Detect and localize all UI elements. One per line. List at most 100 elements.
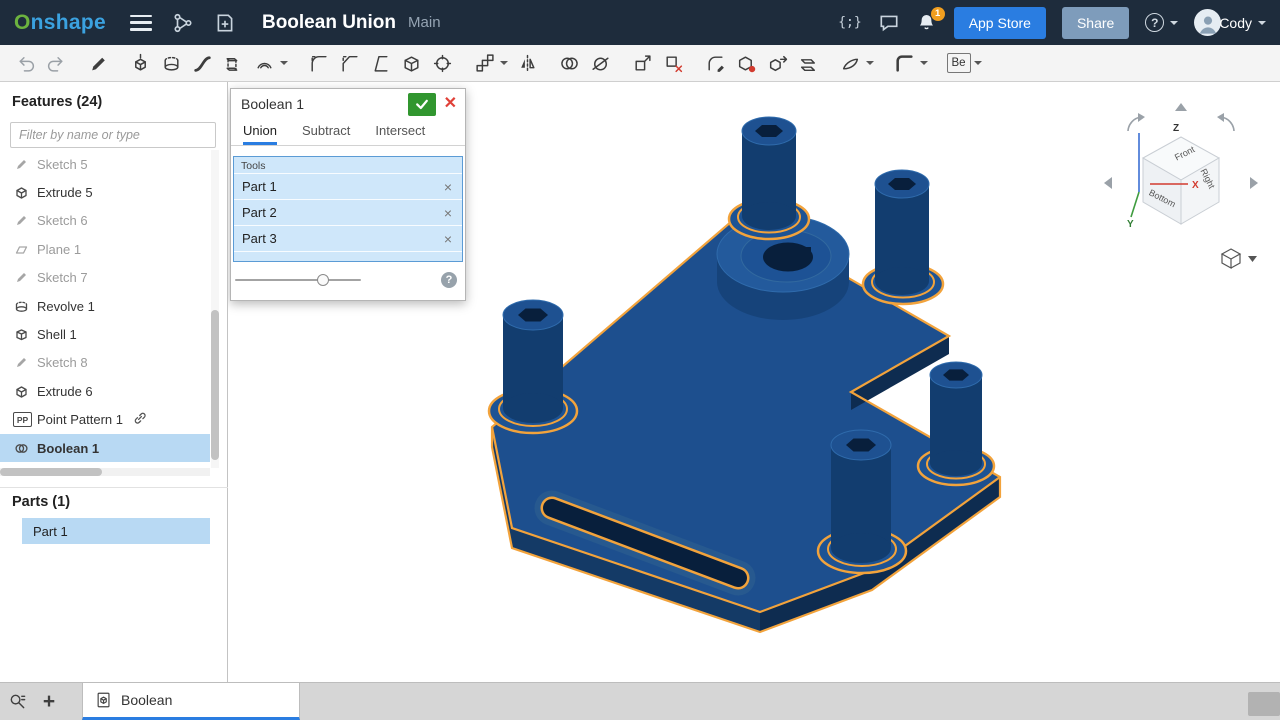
feature-item-sketch8[interactable]: Sketch 8: [0, 349, 210, 377]
custom-feature-dropdown-caret[interactable]: [974, 61, 982, 65]
part-studio-icon: [95, 691, 113, 709]
surface-dropdown-caret[interactable]: [866, 61, 874, 65]
boolean-icon: [13, 440, 29, 456]
thicken-dropdown-caret[interactable]: [280, 61, 288, 65]
undo-button[interactable]: [10, 49, 41, 78]
feature-filter-input[interactable]: [10, 122, 216, 148]
user-menu[interactable]: Cody: [1194, 9, 1266, 36]
workspace-name[interactable]: Main: [408, 14, 441, 31]
custom-feature-be-button[interactable]: Be: [943, 49, 974, 78]
comments-icon[interactable]: [878, 12, 900, 34]
feature-item-extrude6[interactable]: Extrude 6: [0, 377, 210, 405]
sketch-button[interactable]: [83, 49, 114, 78]
part-list-item[interactable]: Part 1: [22, 518, 210, 544]
view-options-button[interactable]: [1222, 249, 1257, 268]
feature-item-plane1[interactable]: Plane 1: [0, 235, 210, 263]
slider-knob[interactable]: [317, 274, 329, 286]
replace-face-button[interactable]: [793, 49, 824, 78]
tab-subtract[interactable]: Subtract: [302, 119, 350, 145]
feature-item-boolean1[interactable]: Boolean 1: [0, 434, 210, 462]
draft-button[interactable]: [365, 49, 396, 78]
tool-item-partial[interactable]: [234, 251, 462, 262]
standoff-cylinder[interactable]: [863, 170, 943, 304]
featurescript-icon[interactable]: {;}: [838, 15, 861, 30]
avatar: [1194, 9, 1221, 36]
document-title[interactable]: Boolean Union: [262, 12, 396, 34]
chamfer-button[interactable]: [334, 49, 365, 78]
search-tabs-icon[interactable]: [0, 683, 34, 720]
features-vscrollbar[interactable]: [211, 150, 219, 468]
pattern-dropdown-caret[interactable]: [500, 61, 508, 65]
remove-tool-icon[interactable]: ×: [442, 179, 454, 195]
standoff-cylinder[interactable]: [918, 362, 994, 485]
rotate-left-arrow[interactable]: [1104, 177, 1112, 189]
help-menu[interactable]: ?: [1145, 13, 1178, 32]
vscrollbar-thumb[interactable]: [211, 310, 219, 460]
document-history-icon[interactable]: [172, 12, 194, 34]
feature-item-point-pattern1[interactable]: PP Point Pattern 1: [0, 406, 210, 434]
feature-toolbar: Be: [0, 45, 1280, 82]
feature-list: Sketch 5 Extrude 5 Sketch 6 Plane 1 Sket…: [0, 150, 210, 462]
feature-item-revolve1[interactable]: Revolve 1: [0, 292, 210, 320]
cancel-button[interactable]: ✕: [444, 96, 457, 112]
move-face-button[interactable]: [762, 49, 793, 78]
share-button[interactable]: Share: [1062, 7, 1129, 39]
onshape-logo[interactable]: Onshape: [14, 11, 106, 35]
dialog-help-icon[interactable]: ?: [441, 272, 457, 288]
feature-item-sketch6[interactable]: Sketch 6: [0, 207, 210, 235]
sheet-metal-dropdown-caret[interactable]: [920, 61, 928, 65]
extrude-button[interactable]: [125, 49, 156, 78]
document-menu-icon[interactable]: [130, 15, 152, 31]
hole-button[interactable]: [427, 49, 458, 78]
standoff-cylinder[interactable]: [729, 117, 809, 239]
dialog-footer: ?: [231, 262, 465, 300]
features-hscrollbar[interactable]: [0, 468, 210, 476]
remove-tool-icon[interactable]: ×: [442, 231, 454, 247]
remove-tool-icon[interactable]: ×: [442, 205, 454, 221]
feature-item-sketch5[interactable]: Sketch 5: [0, 150, 210, 178]
feature-item-extrude5[interactable]: Extrude 5: [0, 178, 210, 206]
part-model[interactable]: [489, 117, 1000, 632]
surface-tools-button[interactable]: [835, 49, 866, 78]
viewport[interactable]: Front Bottom Right Z Y X: [228, 82, 1280, 682]
notification-badge: 1: [931, 7, 945, 21]
rotate-right-arrow[interactable]: [1250, 177, 1258, 189]
view-cube[interactable]: Front Bottom Right Z Y X: [1104, 103, 1258, 230]
features-panel: Features (24) Sketch 5 Extrude 5 Sketch …: [0, 82, 228, 682]
delete-part-button[interactable]: [658, 49, 689, 78]
delete-face-button[interactable]: [731, 49, 762, 78]
mirror-button[interactable]: [512, 49, 543, 78]
tab-union[interactable]: Union: [243, 119, 277, 145]
dialog-slider[interactable]: [235, 274, 361, 286]
tools-selection-list[interactable]: Tools Part 1 × Part 2 × Part 3 ×: [233, 156, 463, 262]
shell-button[interactable]: [396, 49, 427, 78]
sweep-button[interactable]: [187, 49, 218, 78]
revolve-button[interactable]: [156, 49, 187, 78]
tool-item[interactable]: Part 3 ×: [234, 225, 462, 251]
sheet-metal-tools-button[interactable]: [889, 49, 920, 78]
z-axis-label: Z: [1173, 123, 1179, 134]
tab-intersect[interactable]: Intersect: [375, 119, 425, 145]
boolean-button[interactable]: [554, 49, 585, 78]
thicken-button[interactable]: [249, 49, 280, 78]
add-tab-button[interactable]: +: [34, 683, 64, 720]
feature-item-shell1[interactable]: Shell 1: [0, 320, 210, 348]
tool-item[interactable]: Part 2 ×: [234, 199, 462, 225]
feature-item-sketch7[interactable]: Sketch 7: [0, 264, 210, 292]
split-button[interactable]: [585, 49, 616, 78]
insert-document-icon[interactable]: [214, 12, 236, 34]
app-store-button[interactable]: App Store: [954, 7, 1046, 39]
tool-item[interactable]: Part 1 ×: [234, 173, 462, 199]
hscrollbar-thumb[interactable]: [0, 468, 102, 476]
rotate-up-arrow[interactable]: [1175, 103, 1187, 111]
modify-fillet-button[interactable]: [700, 49, 731, 78]
tab-boolean[interactable]: Boolean: [82, 683, 300, 720]
caret-down-icon: [1248, 256, 1257, 262]
linear-pattern-button[interactable]: [469, 49, 500, 78]
transform-button[interactable]: [627, 49, 658, 78]
redo-button[interactable]: [41, 49, 72, 78]
fillet-button[interactable]: [303, 49, 334, 78]
loft-button[interactable]: [218, 49, 249, 78]
confirm-button[interactable]: [408, 93, 436, 116]
notifications-bell-icon[interactable]: 1: [916, 12, 938, 34]
